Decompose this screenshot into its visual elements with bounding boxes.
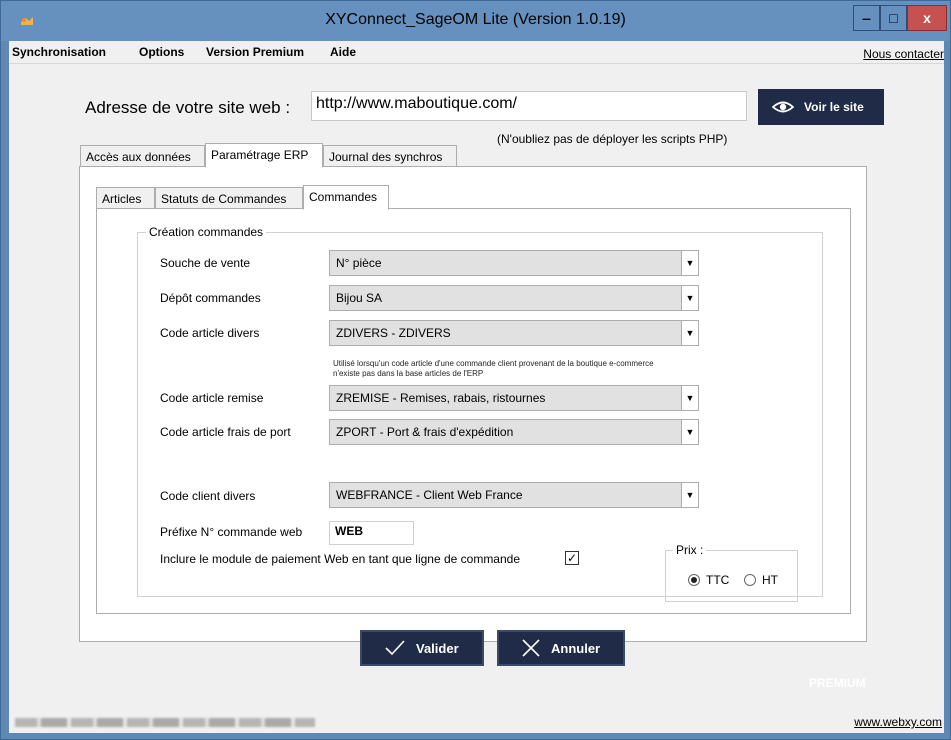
prefixe-input[interactable]: WEB — [329, 521, 414, 545]
subtab-commandes[interactable]: Commandes — [303, 185, 389, 210]
paiement-label: Inclure le module de paiement Web en tan… — [160, 552, 521, 566]
code-port-value: ZPORT - Port & frais d'expédition — [336, 425, 514, 439]
radio-ttc-label[interactable]: TTC — [706, 573, 729, 587]
code-divers-value: ZDIVERS - ZDIVERS — [336, 326, 451, 340]
souche-value: N° pièce — [336, 256, 382, 270]
client-divers-select[interactable]: WEBFRANCE - Client Web France ▼ — [329, 482, 699, 508]
status-bar: www.webxy.com — [9, 711, 944, 733]
chevron-down-icon[interactable]: ▼ — [681, 420, 698, 444]
window-title: XYConnect_SageOM Lite (Version 1.0.19) — [325, 11, 626, 28]
paiement-checkbox[interactable]: ✓ — [565, 551, 579, 565]
radio-ttc[interactable] — [688, 574, 700, 586]
chevron-down-icon[interactable]: ▼ — [681, 286, 698, 310]
site-url-input[interactable]: http://www.maboutique.com/ — [311, 91, 747, 121]
webxy-link[interactable]: www.webxy.com — [854, 715, 942, 729]
radio-ht-label[interactable]: HT — [762, 573, 778, 587]
souche-label: Souche de vente — [160, 256, 251, 270]
menu-options[interactable]: Options — [139, 45, 184, 59]
subtab-articles[interactable]: Articles — [96, 187, 155, 209]
chevron-down-icon[interactable]: ▼ — [681, 386, 698, 410]
validate-label: Valider — [416, 640, 459, 656]
site-url-label: Adresse de votre site web : — [85, 98, 291, 117]
radio-ht[interactable] — [744, 574, 756, 586]
code-port-select[interactable]: ZPORT - Port & frais d'expédition ▼ — [329, 419, 699, 445]
menu-bar: Synchronisation Options Version Premium … — [9, 41, 944, 64]
tab-journal-synchros[interactable]: Journal des synchros — [323, 145, 457, 167]
depot-label: Dépôt commandes — [160, 291, 261, 305]
depot-select[interactable]: Bijou SA ▼ — [329, 285, 699, 311]
prefixe-label: Préfixe N° commande web — [160, 525, 303, 539]
code-remise-label: Code article remise — [160, 391, 264, 405]
prix-title: Prix : — [673, 543, 707, 557]
chevron-down-icon[interactable]: ▼ — [681, 251, 698, 275]
subtab-content-commandes: Création commandes Souche de vente N° pi… — [96, 208, 851, 614]
x-icon — [522, 639, 540, 657]
close-button[interactable]: x — [907, 5, 947, 31]
php-scripts-note: (N'oubliez pas de déployer les scripts P… — [497, 132, 728, 146]
chevron-down-icon[interactable]: ▼ — [681, 483, 698, 507]
tab-acces-donnees[interactable]: Accès aux données — [80, 145, 205, 167]
creation-commandes-group: Création commandes Souche de vente N° pi… — [137, 225, 823, 602]
close-icon: x — [923, 10, 931, 26]
minimize-icon: ‒ — [862, 10, 871, 26]
contact-link[interactable]: Nous contacter — [863, 47, 944, 61]
blurred-status-text — [15, 718, 315, 727]
subtab-statuts-commandes[interactable]: Statuts de Commandes — [155, 187, 303, 209]
checkmark-icon: ✓ — [566, 551, 578, 565]
minimize-button[interactable]: ‒ — [853, 5, 880, 31]
menu-aide[interactable]: Aide — [330, 45, 356, 59]
code-divers-label: Code article divers — [160, 326, 260, 340]
validate-button[interactable]: Valider — [360, 630, 484, 666]
view-site-button[interactable]: Voir le site — [758, 89, 884, 125]
code-divers-help: Utilisé lorsqu'un code article d'une com… — [333, 359, 654, 378]
chevron-down-icon[interactable]: ▼ — [681, 321, 698, 345]
maximize-icon: □ — [889, 10, 898, 26]
tab-content-parametrage: Articles Statuts de Commandes Commandes … — [79, 166, 867, 642]
tab-parametrage-erp[interactable]: Paramétrage ERP — [205, 143, 323, 168]
code-remise-select[interactable]: ZREMISE - Remises, rabais, ristournes ▼ — [329, 385, 699, 411]
cancel-label: Annuler — [551, 640, 601, 656]
view-site-label: Voir le site — [804, 100, 864, 114]
checkmark-icon — [385, 640, 405, 656]
title-bar[interactable]: XYConnect_SageOM Lite (Version 1.0.19) ‒… — [1, 1, 950, 41]
client-area: Synchronisation Options Version Premium … — [9, 41, 944, 733]
code-divers-select[interactable]: ZDIVERS - ZDIVERS ▼ — [329, 320, 699, 346]
maximize-button[interactable]: □ — [880, 5, 907, 31]
prix-group: Prix : TTC HT — [665, 543, 798, 602]
group-title: Création commandes — [146, 225, 267, 239]
code-port-label: Code article frais de port — [160, 425, 291, 439]
brand-logo: PREMIUM — [809, 676, 866, 688]
souche-select[interactable]: N° pièce ▼ — [329, 250, 699, 276]
code-remise-value: ZREMISE - Remises, rabais, ristournes — [336, 391, 546, 405]
client-divers-label: Code client divers — [160, 489, 256, 503]
menu-version-premium[interactable]: Version Premium — [206, 45, 304, 59]
depot-value: Bijou SA — [336, 291, 383, 305]
application-window: XYConnect_SageOM Lite (Version 1.0.19) ‒… — [0, 0, 951, 740]
menu-synchronisation[interactable]: Synchronisation — [12, 45, 106, 59]
main-panel: Adresse de votre site web : http://www.m… — [49, 68, 889, 688]
client-divers-value: WEBFRANCE - Client Web France — [336, 488, 523, 502]
cancel-button[interactable]: Annuler — [497, 630, 625, 666]
eye-icon — [772, 101, 794, 113]
